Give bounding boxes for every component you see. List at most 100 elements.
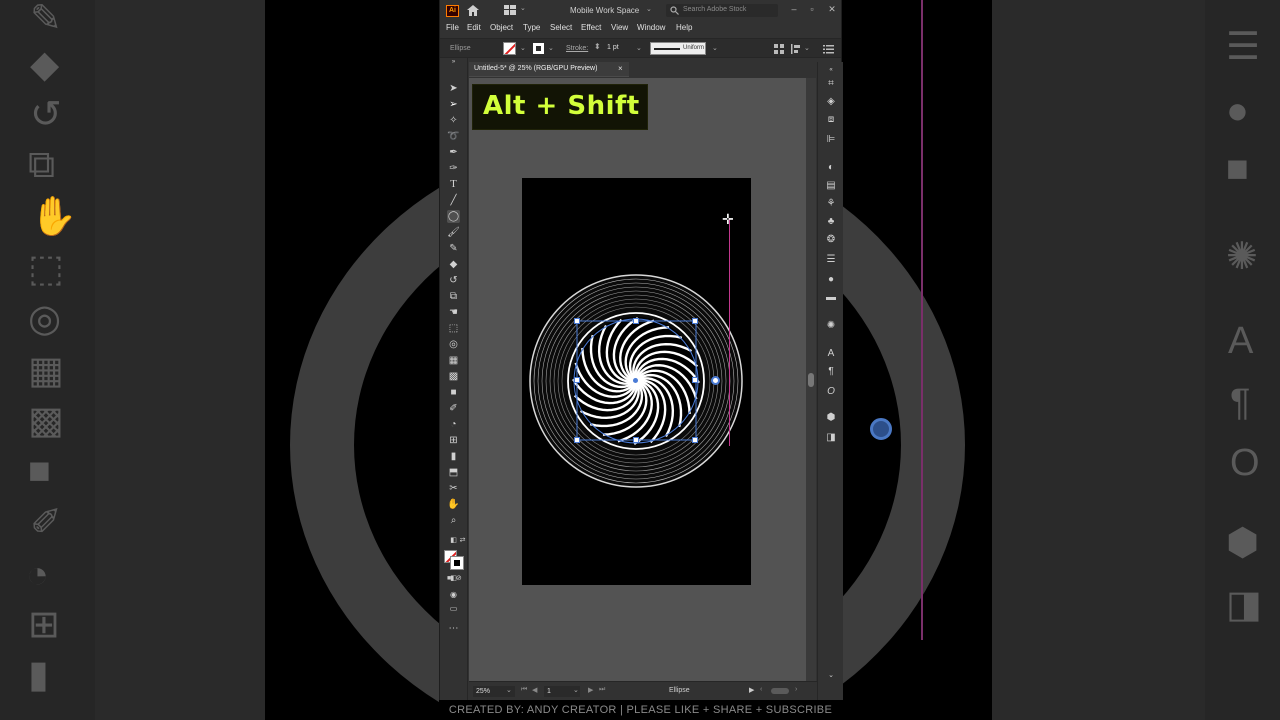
bbox-handle[interactable] — [692, 437, 698, 443]
direct-selection-tool-icon[interactable]: ➢ — [447, 98, 460, 111]
vertical-scrollbar[interactable] — [806, 78, 816, 681]
home-icon[interactable] — [466, 4, 480, 17]
selection-tool-icon[interactable]: ➤ — [447, 82, 460, 95]
chevron-down-icon[interactable]: ⌄ — [520, 4, 526, 12]
transparency-icon[interactable]: ✺ — [825, 320, 837, 332]
chevron-down-icon[interactable]: ⌄ — [712, 44, 718, 52]
next-artboard-icon[interactable]: ▶ — [588, 686, 593, 694]
bbox-handle[interactable] — [692, 377, 698, 383]
fill-swatch[interactable] — [503, 42, 516, 55]
search-stock-input[interactable]: Search Adobe Stock — [666, 4, 778, 17]
horizontal-scrollbar-thumb[interactable] — [771, 688, 789, 694]
paintbrush-tool-icon[interactable]: 🖌 — [447, 226, 460, 239]
ellipse-tool-icon[interactable]: ◯ — [447, 210, 460, 223]
stroke-swatch[interactable] — [533, 43, 544, 54]
character-icon[interactable]: A — [825, 348, 837, 360]
appearance-icon[interactable]: ● — [825, 274, 837, 286]
brushes-icon[interactable]: ⚘ — [825, 198, 837, 210]
eraser-tool-icon[interactable]: ◆ — [447, 258, 460, 271]
mesh-tool-icon[interactable]: ▩ — [447, 370, 460, 383]
menu-type[interactable]: Type — [523, 23, 540, 32]
bbox-handle[interactable] — [574, 318, 580, 324]
slice-tool-icon[interactable]: ✂ — [447, 482, 460, 495]
align-icon[interactable]: ⊫ — [825, 134, 837, 146]
shape-builder-tool-icon[interactable]: ◎ — [447, 338, 460, 351]
opentype-icon[interactable]: O — [825, 386, 837, 398]
pie-widget-handle[interactable] — [711, 376, 720, 385]
toolbar-collapse-icon[interactable]: » — [447, 58, 460, 66]
workspace-switcher[interactable]: Mobile Work Space — [570, 6, 639, 15]
menu-file[interactable]: File — [446, 23, 459, 32]
pathfinder-icon[interactable]: ⧈ — [825, 114, 837, 126]
menu-object[interactable]: Object — [490, 23, 513, 32]
stroke-label[interactable]: Stroke: — [566, 45, 588, 52]
chevron-down-icon[interactable]: ⌄ — [646, 5, 652, 13]
menu-window[interactable]: Window — [637, 23, 665, 32]
close-icon[interactable]: ✕ — [826, 3, 838, 15]
menu-effect[interactable]: Effect — [581, 23, 601, 32]
stroke-icon[interactable]: ☰ — [825, 254, 837, 266]
hand-tool-icon[interactable]: ✋ — [447, 498, 460, 511]
symbols-icon[interactable]: ♣ — [825, 216, 837, 228]
bbox-handle[interactable] — [692, 318, 698, 324]
image-trace-icon[interactable]: ⬢ — [825, 412, 837, 424]
swatches-icon[interactable]: ▤ — [825, 180, 837, 192]
pencil-tool-icon[interactable]: ✎ — [447, 242, 460, 255]
drawing-mode-icon[interactable]: ◉ — [447, 588, 460, 601]
type-tool-icon[interactable]: T — [447, 178, 460, 191]
rotate-tool-icon[interactable]: ↺ — [447, 274, 460, 287]
color-mode-icons[interactable]: ■◧⊘ — [447, 572, 462, 585]
previous-artboard-icon[interactable]: ◀ — [532, 686, 537, 694]
arrange-documents-icon[interactable] — [504, 5, 516, 15]
first-artboard-icon[interactable]: ⏮ — [521, 686, 527, 694]
chevron-down-icon[interactable]: ⌄ — [636, 44, 642, 52]
menu-view[interactable]: View — [611, 23, 628, 32]
scrollbar-thumb[interactable] — [808, 373, 814, 387]
screen-mode-icon[interactable]: ▭ — [447, 602, 460, 615]
curvature-tool-icon[interactable]: ✑ — [447, 162, 460, 175]
chevron-down-icon[interactable]: ⌄ — [548, 44, 554, 52]
canvas-area[interactable]: ✛ — [469, 78, 806, 681]
column-graph-tool-icon[interactable]: ▮ — [447, 450, 460, 463]
line-tool-icon[interactable]: ╱ — [447, 194, 460, 207]
pen-tool-icon[interactable]: ✒ — [447, 146, 460, 159]
scroll-down-icon[interactable]: ⌄ — [825, 670, 837, 682]
menu-help[interactable]: Help — [676, 23, 692, 32]
stroke-indicator[interactable] — [450, 556, 464, 570]
gradient-tool-icon[interactable]: ■ — [447, 386, 460, 399]
panel-menu-icon[interactable] — [823, 44, 834, 54]
bbox-handle[interactable] — [633, 437, 639, 443]
perspective-grid-tool-icon[interactable]: ▦ — [447, 354, 460, 367]
status-menu-icon[interactable]: ▶ — [749, 686, 754, 694]
free-transform-tool-icon[interactable]: ⬚ — [447, 322, 460, 335]
panel-collapse-icon[interactable]: « — [825, 64, 837, 76]
eyedropper-tool-icon[interactable]: ✐ — [447, 402, 460, 415]
menu-edit[interactable]: Edit — [467, 23, 481, 32]
stroke-stepper-icon[interactable]: ⬍ — [594, 42, 601, 51]
align-icon[interactable] — [791, 44, 802, 54]
chevron-down-icon[interactable]: ⌄ — [506, 686, 512, 694]
document-tab[interactable]: Untitled-5* @ 25% (RGB/GPU Preview) × — [469, 62, 629, 77]
export-icon[interactable]: ◨ — [825, 432, 837, 444]
chevron-down-icon[interactable]: ⌄ — [804, 44, 810, 52]
paragraph-icon[interactable]: ¶ — [825, 366, 837, 378]
artboard-tool-icon[interactable]: ⬒ — [447, 466, 460, 479]
layers-icon[interactable]: ◈ — [825, 96, 837, 108]
transform-icon[interactable] — [774, 44, 785, 54]
graphic-styles-icon[interactable]: ❂ — [825, 234, 837, 246]
chevron-down-icon[interactable]: ⌄ — [520, 44, 526, 52]
warp-tool-icon[interactable]: ☚ — [447, 306, 460, 319]
chevron-down-icon[interactable]: ⌄ — [573, 686, 579, 694]
bbox-handle[interactable] — [574, 377, 580, 383]
scale-tool-icon[interactable]: ⧉ — [447, 290, 460, 303]
gradient-icon[interactable]: ▬ — [825, 292, 837, 304]
zoom-tool-icon[interactable]: ⌕ — [447, 514, 460, 527]
bbox-handle[interactable] — [574, 437, 580, 443]
maximize-icon[interactable]: ▫ — [806, 3, 818, 15]
menu-select[interactable]: Select — [550, 23, 572, 32]
transform-icon[interactable]: ⌗ — [825, 78, 837, 90]
more-tools-icon[interactable]: ⋯ — [447, 622, 460, 635]
color-guide-icon[interactable]: ◐ — [825, 162, 837, 174]
symbol-sprayer-tool-icon[interactable]: ⊞ — [447, 434, 460, 447]
scroll-right-icon[interactable]: › — [795, 686, 797, 693]
